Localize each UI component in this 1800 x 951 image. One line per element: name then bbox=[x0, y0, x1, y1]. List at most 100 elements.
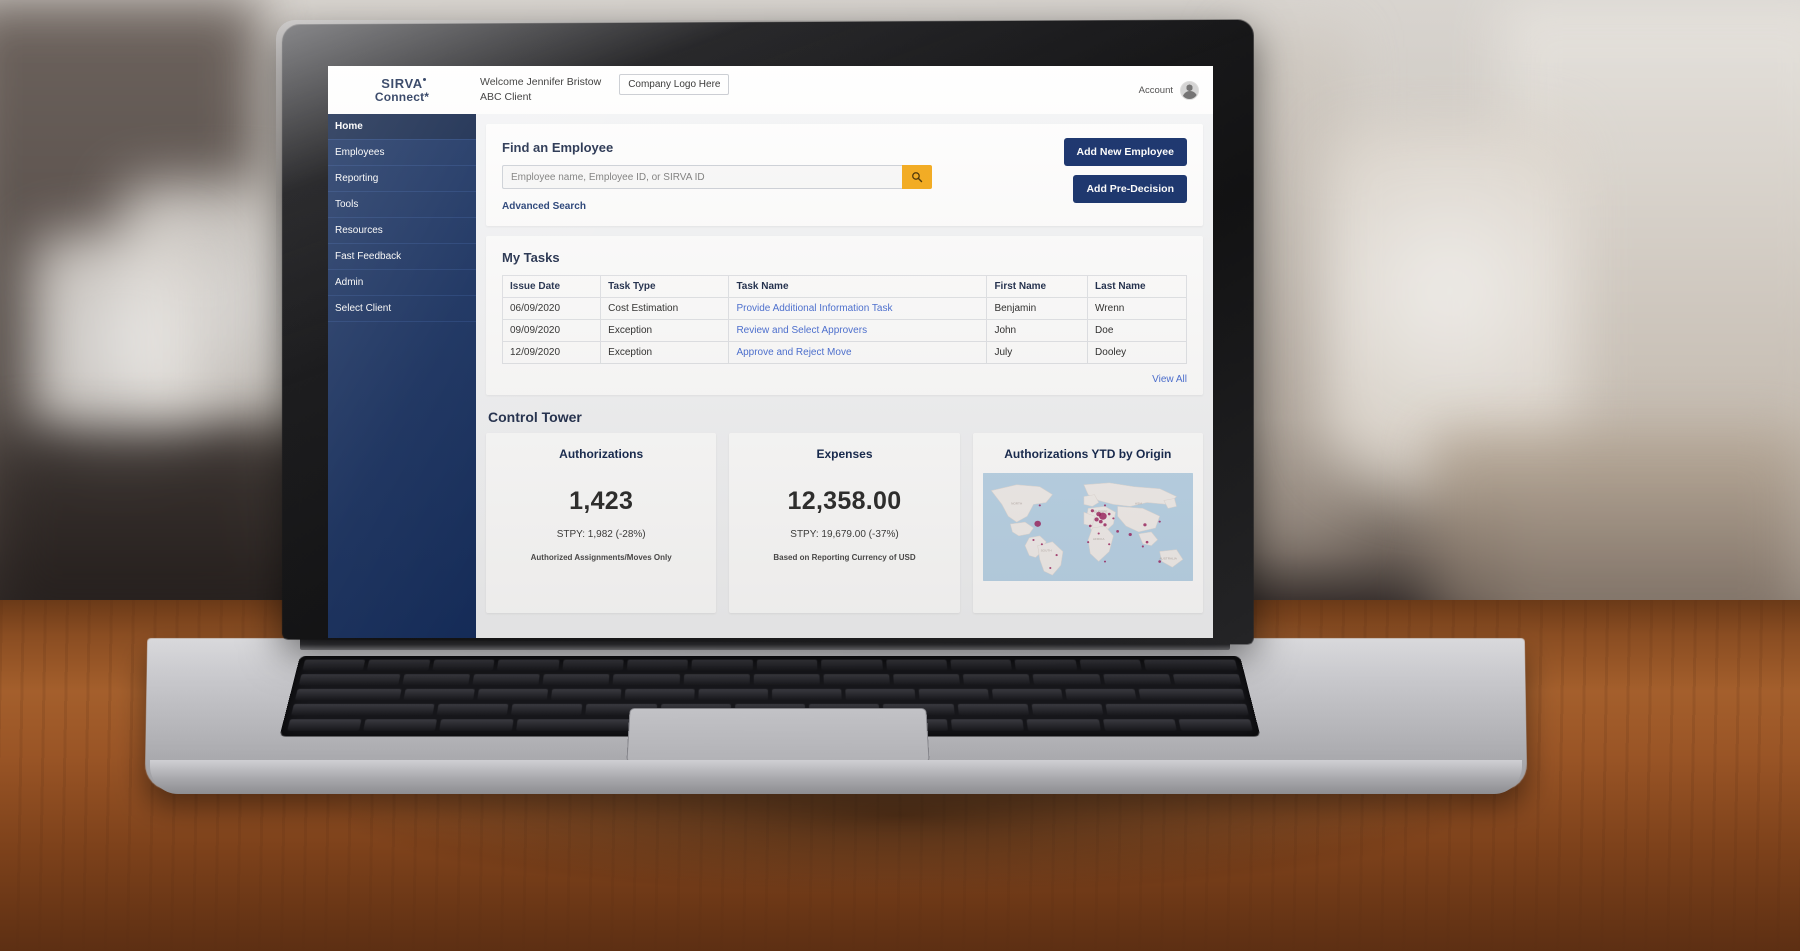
keyboard-key bbox=[477, 688, 549, 701]
sidebar-item-label: Reporting bbox=[335, 173, 379, 184]
task-name-link[interactable]: Review and Select Approvers bbox=[736, 325, 867, 336]
sidebar-item-reporting[interactable]: Reporting bbox=[328, 166, 476, 192]
map-bubble bbox=[1115, 530, 1119, 533]
sidebar-item-label: Fast Feedback bbox=[335, 251, 402, 262]
map-region-label: EUROPE bbox=[1094, 509, 1107, 513]
sidebar-item-employees[interactable]: Employees bbox=[328, 140, 476, 166]
keyboard-key bbox=[510, 703, 583, 716]
map-bubble bbox=[1098, 519, 1103, 524]
keyboard-key bbox=[367, 659, 431, 671]
table-header-row: Issue Date Task Type Task Name First Name La… bbox=[501, 275, 1187, 298]
search-input[interactable] bbox=[502, 165, 902, 189]
column-header: Last Name bbox=[1087, 275, 1187, 298]
world-map-chart: NORTH SOUTH AFRICA ASIA EUROPE AUSTRALIA bbox=[982, 473, 1193, 581]
keyboard-row bbox=[296, 659, 1243, 671]
keyboard-key bbox=[1102, 719, 1177, 731]
welcome-block: Welcome Jennifer Bristow ABC Client bbox=[480, 75, 601, 105]
account-menu[interactable]: Account bbox=[1138, 80, 1199, 100]
keyboard-key bbox=[612, 674, 680, 686]
task-name-cell: Approve and Reject Move bbox=[728, 341, 988, 364]
task-name-link[interactable]: Provide Additional Information Task bbox=[736, 303, 892, 314]
table-row: 09/09/2020 Exception Review and Select App… bbox=[501, 319, 1187, 342]
task-type-cell: Cost Estimation bbox=[600, 297, 730, 320]
sidebar-item-label: Resources bbox=[335, 225, 383, 236]
laptop-device: SIRVA Connect* Welcome Jennifer Bristow … bbox=[0, 0, 1800, 951]
control-tower-card-expenses[interactable]: Expenses 12,358.00 STPY: 19,679.00 (-37%) B… bbox=[729, 433, 960, 613]
app-body: Home Employees Reporting Tools Resources Fast… bbox=[328, 114, 1213, 638]
screenshot-scene: SIRVA Connect* Welcome Jennifer Bristow … bbox=[0, 0, 1800, 951]
card-value: 12,358.00 bbox=[787, 487, 902, 515]
brand-name-line2: Connect* bbox=[374, 89, 430, 104]
sidebar-item-tools[interactable]: Tools bbox=[328, 192, 476, 218]
column-header: First Name bbox=[986, 275, 1089, 298]
sidebar-item-home[interactable]: Home bbox=[328, 114, 476, 140]
map-bubble bbox=[1097, 532, 1100, 535]
keyboard-key bbox=[550, 688, 622, 701]
sidebar-item-fast-feedback[interactable]: Fast Feedback bbox=[328, 244, 476, 270]
task-name-cell: Provide Additional Information Task bbox=[728, 297, 988, 320]
sidebar-item-resources[interactable]: Resources bbox=[328, 218, 476, 244]
keyboard-row bbox=[289, 688, 1252, 701]
map-region-label: NORTH bbox=[1011, 502, 1022, 506]
company-logo-placeholder[interactable]: Company Logo Here bbox=[619, 74, 730, 95]
avatar[interactable] bbox=[1180, 80, 1199, 100]
advanced-search-link[interactable]: Advanced Search bbox=[502, 201, 586, 212]
map-region-label: ASIA bbox=[1135, 502, 1143, 506]
sirva-connect-app: SIRVA Connect* Welcome Jennifer Bristow … bbox=[328, 66, 1213, 638]
map-bubble bbox=[1088, 524, 1092, 528]
keyboard-key bbox=[1138, 688, 1246, 701]
keyboard-key bbox=[1031, 703, 1104, 716]
search-icon bbox=[912, 172, 923, 183]
my-tasks-table: Issue Date Task Type Task Name First Name La… bbox=[501, 275, 1187, 364]
keyboard-key bbox=[753, 674, 820, 686]
keyboard-key bbox=[626, 659, 689, 671]
keyboard-key bbox=[893, 674, 961, 686]
first-name-cell: Benjamin bbox=[986, 297, 1089, 320]
keyboard-key bbox=[691, 659, 753, 671]
sidebar-item-label: Employees bbox=[335, 147, 385, 158]
control-tower-card-authorizations-ytd-by-origin[interactable]: Authorizations YTD by Origin NORTH SOUTH AF… bbox=[972, 433, 1203, 613]
keyboard-key bbox=[845, 688, 916, 701]
map-region-label: AFRICA bbox=[1093, 537, 1106, 541]
keyboard-key bbox=[363, 719, 438, 731]
brand-logo[interactable]: SIRVA Connect* bbox=[328, 77, 476, 104]
view-all-link[interactable]: View All bbox=[1152, 374, 1187, 385]
search-button[interactable] bbox=[902, 165, 932, 189]
keyboard-key bbox=[1026, 719, 1101, 731]
map-bubble bbox=[1142, 523, 1147, 527]
task-name-link[interactable]: Approve and Reject Move bbox=[736, 347, 851, 358]
keyboard-key bbox=[432, 659, 495, 671]
map-region-label: SOUTH bbox=[1040, 549, 1051, 553]
sidebar-item-select-client[interactable]: Select Client bbox=[328, 296, 476, 322]
map-bubble bbox=[1034, 520, 1041, 527]
add-new-employee-button[interactable]: Add New Employee bbox=[1063, 138, 1187, 166]
map-bubble bbox=[1157, 560, 1161, 563]
keyboard-key bbox=[823, 674, 890, 686]
keyboard-key bbox=[624, 688, 695, 701]
keyboard-key bbox=[298, 674, 401, 686]
last-name-cell: Dooley bbox=[1087, 341, 1187, 364]
last-name-cell: Wrenn bbox=[1087, 297, 1187, 320]
app-header: SIRVA Connect* Welcome Jennifer Bristow … bbox=[328, 66, 1213, 114]
map-bubble bbox=[1128, 533, 1132, 537]
keyboard-key bbox=[302, 659, 366, 671]
map-bubble bbox=[1141, 545, 1144, 548]
map-bubble bbox=[1107, 543, 1110, 546]
keyboard-key bbox=[1105, 703, 1249, 716]
keyboard-key bbox=[1014, 659, 1078, 671]
keyboard-key bbox=[1144, 659, 1238, 671]
control-tower-card-authorizations[interactable]: Authorizations 1,423 STPY: 1,982 (-28%) Aut… bbox=[486, 433, 717, 613]
keyboard-key bbox=[472, 674, 540, 686]
map-bubble bbox=[1103, 504, 1106, 507]
map-bubble bbox=[1038, 504, 1041, 507]
keyboard-key bbox=[436, 703, 509, 716]
keyboard-key bbox=[821, 659, 883, 671]
sidebar-item-admin[interactable]: Admin bbox=[328, 270, 476, 296]
sirva-connect-logo: SIRVA Connect* bbox=[374, 77, 430, 104]
add-pre-decision-button[interactable]: Add Pre-Decision bbox=[1073, 175, 1187, 203]
keyboard-key bbox=[291, 703, 435, 716]
map-region-label: AUSTRALIA bbox=[1159, 557, 1178, 561]
sidebar-nav: Home Employees Reporting Tools Resources Fast… bbox=[328, 114, 476, 638]
main-content: Find an Employee Employee name, Employee… bbox=[476, 114, 1213, 638]
account-label: Account bbox=[1138, 84, 1173, 96]
